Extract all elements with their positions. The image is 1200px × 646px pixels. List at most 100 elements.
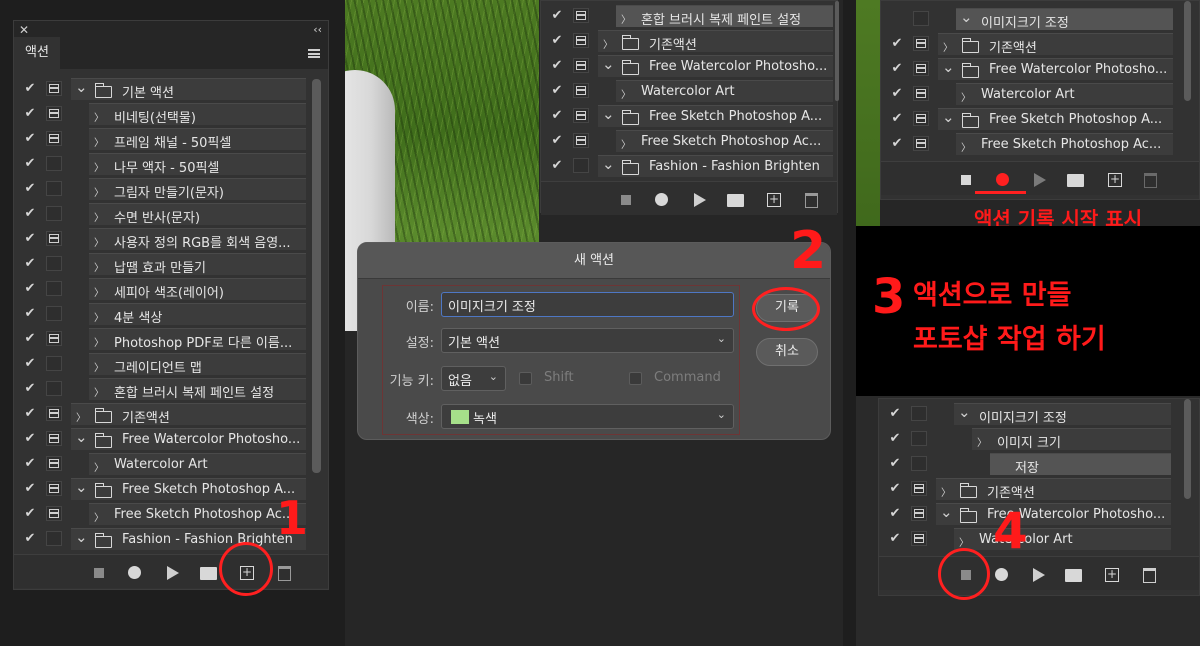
chevron-down-icon[interactable]: ⌄ — [75, 79, 88, 96]
action-set-row[interactable]: ✔ ⌄ Fashion - Fashion Brighten — [541, 153, 841, 178]
toggle-item-checkmark-icon[interactable]: ✔ — [550, 9, 564, 23]
toggle-dialog-icon[interactable] — [573, 133, 589, 148]
stop-icon[interactable] — [94, 568, 104, 578]
toggle-item-checkmark-icon[interactable]: ✔ — [550, 159, 564, 173]
scrollbar-thumb[interactable] — [835, 1, 839, 101]
toggle-item-checkmark-icon[interactable]: ✔ — [888, 507, 902, 521]
trash-icon[interactable] — [278, 566, 291, 581]
stop-icon[interactable] — [961, 175, 971, 185]
toggle-item-checkmark-icon[interactable]: ✔ — [23, 182, 37, 196]
toggle-dialog-icon[interactable] — [46, 156, 62, 171]
toggle-item-checkmark-icon[interactable]: ✔ — [550, 134, 564, 148]
toggle-dialog-icon[interactable] — [46, 356, 62, 371]
scrollbar-thumb[interactable] — [1184, 399, 1191, 499]
command-checkbox[interactable] — [629, 372, 642, 385]
new-action-icon[interactable]: + — [1108, 173, 1122, 187]
record-icon[interactable] — [995, 568, 1008, 581]
toggle-item-checkmark-icon[interactable]: ✔ — [550, 59, 564, 73]
toggle-dialog-icon[interactable] — [913, 86, 929, 101]
action-row[interactable]: ✔ 〉 수면 반사(문자) — [14, 201, 314, 226]
toggle-dialog-icon[interactable] — [46, 181, 62, 196]
action-set-row[interactable]: ✔ ⌄ Free Watercolor Photosho... — [14, 426, 314, 451]
chevron-right-icon[interactable]: 〉 — [93, 509, 105, 524]
action-set-row[interactable]: ✔ 〉 기존액션 — [881, 31, 1181, 56]
toggle-item-checkmark-icon[interactable]: ✔ — [23, 482, 37, 496]
toggle-item-checkmark-icon[interactable]: ✔ — [23, 532, 37, 546]
toggle-dialog-icon[interactable] — [573, 8, 589, 23]
toggle-dialog-icon[interactable] — [46, 531, 62, 546]
toggle-dialog-icon[interactable] — [573, 33, 589, 48]
action-set-row[interactable]: ✔ ⌄ Fashion - Fashion Brighten — [14, 526, 314, 551]
action-row[interactable]: ✔ 〉 Watercolor Art — [14, 451, 314, 476]
cancel-button[interactable]: 취소 — [756, 338, 818, 366]
toggle-item-checkmark-icon[interactable]: ✔ — [23, 82, 37, 96]
color-select[interactable]: 녹색 ⌄ — [441, 404, 734, 429]
action-row[interactable]: ✔ 〉 비네팅(선택물) — [14, 101, 314, 126]
toggle-dialog-icon[interactable] — [913, 36, 929, 51]
toggle-item-checkmark-icon[interactable]: ✔ — [23, 157, 37, 171]
trash-icon[interactable] — [1143, 568, 1156, 583]
panel-menu-icon[interactable] — [308, 49, 320, 58]
action-row[interactable]: ✔ 〉 그레이디언트 맵 — [14, 351, 314, 376]
chevron-right-icon[interactable]: 〉 — [942, 39, 954, 54]
collapse-icon[interactable]: ‹‹ — [313, 23, 322, 36]
toggle-dialog-icon[interactable] — [46, 256, 62, 271]
action-row[interactable]: ✔ 〉 나무 액자 - 50픽셀 — [14, 151, 314, 176]
chevron-right-icon[interactable]: 〉 — [93, 234, 105, 249]
toggle-item-checkmark-icon[interactable]: ✔ — [23, 132, 37, 146]
chevron-down-icon[interactable]: ⌄ — [75, 529, 88, 546]
chevron-down-icon[interactable]: ⌄ — [958, 404, 971, 421]
toggle-item-checkmark-icon[interactable]: ✔ — [890, 62, 904, 76]
action-row[interactable]: ✔ 〉 혼합 브러시 복제 페인트 설정 — [14, 376, 314, 401]
toggle-dialog-icon[interactable] — [46, 331, 62, 346]
play-icon[interactable] — [694, 193, 706, 207]
action-set-row[interactable]: ✔ 〉 기존액션 — [879, 476, 1179, 501]
toggle-dialog-icon[interactable] — [46, 481, 62, 496]
action-row[interactable]: ✔ ⌄ 이미지크기 조정 — [879, 401, 1179, 426]
new-action-icon[interactable]: + — [1105, 568, 1119, 582]
chevron-down-icon[interactable]: ⌄ — [940, 504, 953, 521]
action-set-row[interactable]: ✔ ⌄ Free Sketch Photoshop A... — [881, 106, 1181, 131]
toggle-item-checkmark-icon[interactable]: ✔ — [23, 207, 37, 221]
toggle-item-checkmark-icon[interactable]: ✔ — [550, 34, 564, 48]
chevron-right-icon[interactable]: 〉 — [940, 484, 952, 499]
toggle-item-checkmark-icon[interactable]: ✔ — [890, 37, 904, 51]
toggle-dialog-icon[interactable] — [573, 158, 589, 173]
toggle-item-checkmark-icon[interactable]: ✔ — [890, 112, 904, 126]
stop-icon[interactable] — [621, 195, 631, 205]
chevron-down-icon[interactable]: ⌄ — [942, 109, 955, 126]
toggle-dialog-icon[interactable] — [911, 481, 927, 496]
chevron-right-icon[interactable]: 〉 — [976, 434, 988, 449]
trash-icon[interactable] — [805, 193, 818, 208]
chevron-right-icon[interactable]: 〉 — [93, 134, 105, 149]
action-row[interactable]: ✔ 〉 납땜 효과 만들기 — [14, 251, 314, 276]
chevron-down-icon[interactable]: ⌄ — [602, 56, 615, 73]
toggle-item-checkmark-icon[interactable]: ✔ — [23, 332, 37, 346]
new-set-icon[interactable] — [727, 194, 744, 207]
action-set-row[interactable]: ✔ ⌄ Free Sketch Photoshop A... — [541, 103, 841, 128]
trash-icon[interactable] — [1144, 173, 1157, 188]
chevron-right-icon[interactable]: 〉 — [620, 11, 632, 26]
action-set-row[interactable]: ✔ ⌄ Free Sketch Photoshop A... — [14, 476, 314, 501]
toggle-dialog-icon[interactable] — [911, 456, 927, 471]
chevron-right-icon[interactable]: 〉 — [93, 384, 105, 399]
toggle-dialog-icon[interactable] — [46, 381, 62, 396]
chevron-right-icon[interactable]: 〉 — [620, 86, 632, 101]
play-icon[interactable] — [167, 566, 179, 580]
action-row[interactable]: ✔ 〉 Free Sketch Photoshop Ac... — [881, 131, 1181, 156]
scrollbar-thumb[interactable] — [312, 79, 321, 473]
toggle-dialog-icon[interactable] — [46, 431, 62, 446]
action-row[interactable]: ✔ 〉 이미지 크기 — [879, 426, 1179, 451]
function-key-select[interactable]: 없음 ⌄ — [441, 366, 506, 391]
action-row[interactable]: ✔ 〉 Watercolor Art — [879, 526, 1179, 551]
close-icon[interactable]: ✕ — [19, 23, 29, 37]
tab-actions[interactable]: 액션 — [14, 37, 60, 69]
new-action-icon[interactable]: + — [767, 193, 781, 207]
action-set-row[interactable]: ✔ ⌄ Free Watercolor Photosho... — [541, 53, 841, 78]
chevron-right-icon[interactable]: 〉 — [960, 139, 972, 154]
toggle-item-checkmark-icon[interactable]: ✔ — [23, 357, 37, 371]
toggle-dialog-icon[interactable] — [913, 111, 929, 126]
toggle-item-checkmark-icon[interactable]: ✔ — [23, 457, 37, 471]
chevron-right-icon[interactable]: 〉 — [93, 284, 105, 299]
chevron-right-icon[interactable]: 〉 — [602, 36, 614, 51]
